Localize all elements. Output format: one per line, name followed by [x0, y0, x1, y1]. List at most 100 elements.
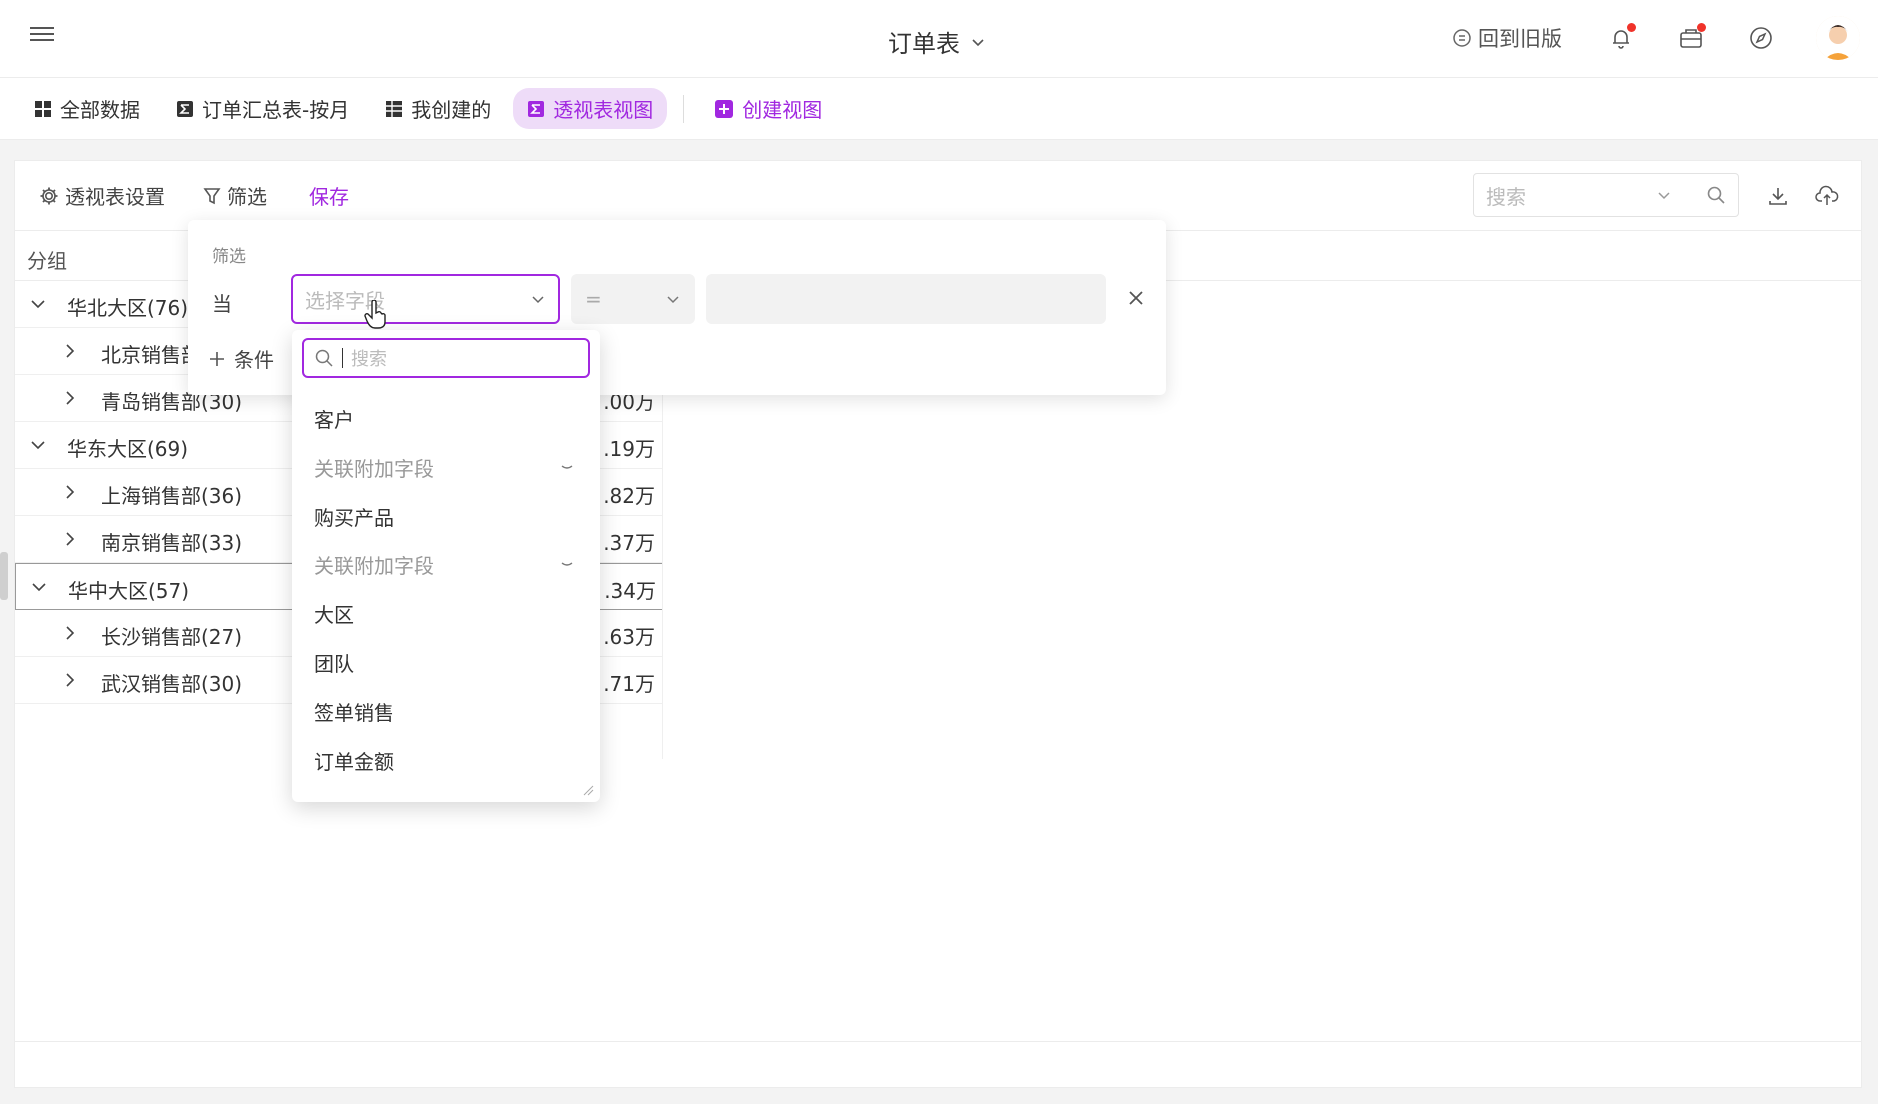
funnel-icon: [203, 187, 221, 204]
chevron-down-icon[interactable]: [29, 295, 47, 313]
tab-label: 全部数据: [60, 98, 140, 122]
filter-popover-title: 筛选: [212, 247, 246, 267]
chevron-down-icon: [1658, 192, 1670, 200]
save-button[interactable]: 保存: [309, 181, 349, 210]
chevron-down-icon: [561, 562, 573, 566]
footer-divider: [15, 1041, 1861, 1042]
chevron-down-icon[interactable]: [30, 578, 48, 596]
notification-bell-icon[interactable]: [1606, 23, 1636, 53]
sigma-icon: [177, 100, 193, 117]
row-value: .19万: [603, 437, 655, 461]
chevron-down-icon: [532, 296, 544, 304]
chevron-right-icon[interactable]: [61, 624, 79, 642]
field-search-placeholder: 搜索: [351, 349, 387, 370]
tab-label: 订单汇总表-按月: [202, 98, 350, 122]
compass-icon[interactable]: [1746, 23, 1776, 53]
back-to-old-version-label: 回到旧版: [1478, 27, 1562, 51]
upload-cloud-icon[interactable]: [1814, 183, 1840, 209]
inbox-dot: [1697, 23, 1706, 32]
field-option[interactable]: 客户: [314, 398, 574, 438]
field-option-group-label: 关联附加字段: [314, 553, 434, 578]
field-option-group[interactable]: 关联附加字段: [314, 447, 574, 487]
value-input[interactable]: [706, 274, 1106, 324]
filter-button[interactable]: 筛选: [203, 181, 267, 210]
switch-version-icon: [1453, 29, 1471, 47]
create-view-button[interactable]: 创建视图: [700, 88, 836, 129]
top-bar: 订单表 回到旧版: [0, 0, 1878, 78]
chevron-right-icon[interactable]: [61, 342, 79, 360]
field-option[interactable]: 签单销售: [314, 691, 574, 731]
search-placeholder: 搜索: [1486, 184, 1526, 209]
row-label: 华东大区(69): [67, 437, 189, 461]
inbox-icon[interactable]: [1676, 23, 1706, 53]
field-option[interactable]: 购买产品: [314, 496, 574, 536]
field-search-input[interactable]: 搜索: [302, 338, 590, 378]
plus-icon: [210, 351, 224, 366]
operator-value: =: [585, 287, 602, 311]
text-caret: [342, 348, 343, 368]
tab-separator: [683, 94, 685, 123]
row-label: 南京销售部(33): [101, 531, 243, 555]
field-select-placeholder: 选择字段: [305, 288, 385, 313]
search-icon[interactable]: [1706, 185, 1726, 205]
chevron-right-icon[interactable]: [61, 483, 79, 501]
row-label: 长沙销售部(27): [101, 625, 243, 649]
grid-icon: [35, 100, 51, 117]
condition-when-label: 当: [212, 292, 232, 316]
table-icon: [386, 100, 403, 117]
gear-icon: [40, 187, 58, 204]
tab-all-data[interactable]: 全部数据: [20, 88, 154, 129]
pivot-settings-button[interactable]: 透视表设置: [39, 181, 165, 210]
chevron-right-icon[interactable]: [61, 389, 79, 407]
table-title-dropdown[interactable]: 订单表: [888, 24, 986, 59]
tab-pivot-view[interactable]: 透视表视图: [513, 88, 668, 129]
search-input[interactable]: 搜索: [1473, 173, 1739, 217]
tab-label: 创建视图: [742, 98, 823, 122]
chevron-down-icon: [667, 296, 679, 304]
tab-label: 我创建的: [411, 98, 492, 122]
field-option[interactable]: 大区: [314, 593, 574, 633]
chevron-down-icon: [972, 38, 984, 46]
filter-label: 筛选: [227, 185, 267, 209]
row-value: .71万: [603, 672, 655, 696]
row-label: 北京销售部: [101, 343, 201, 367]
field-select[interactable]: 选择字段: [291, 274, 560, 324]
row-value: .82万: [603, 484, 655, 508]
add-condition-button[interactable]: 条件: [208, 344, 274, 373]
back-to-old-version-button[interactable]: 回到旧版: [1452, 23, 1562, 53]
operator-select[interactable]: =: [571, 274, 695, 324]
row-value: .37万: [603, 531, 655, 555]
plus-square-icon: [715, 99, 734, 118]
field-option-group[interactable]: 关联附加字段: [314, 544, 574, 584]
user-avatar[interactable]: [1816, 16, 1860, 60]
chevron-right-icon[interactable]: [61, 671, 79, 689]
row-label: 华北大区(76): [67, 296, 189, 320]
tab-created-by-me[interactable]: 我创建的: [371, 88, 505, 129]
row-label: 武汉销售部(30): [101, 672, 243, 696]
field-option[interactable]: 订单金额: [314, 740, 574, 780]
tab-order-summary-monthly[interactable]: 订单汇总表-按月: [162, 88, 363, 129]
sigma-icon: [528, 100, 545, 117]
row-label: 上海销售部(36): [101, 484, 243, 508]
field-dropdown: 搜索 客户 关联附加字段 购买产品 关联附加字段 大区 团队 签单销售 订单金额: [292, 330, 600, 802]
notification-dot: [1627, 23, 1636, 32]
tab-label: 透视表视图: [553, 98, 654, 122]
add-condition-label: 条件: [234, 348, 274, 372]
sidebar-resize-handle[interactable]: [0, 552, 8, 600]
row-value: .34万: [604, 579, 656, 603]
row-value: .63万: [603, 625, 655, 649]
field-option-group-label: 关联附加字段: [314, 456, 434, 481]
hamburger-menu-icon[interactable]: [30, 27, 54, 47]
chevron-right-icon[interactable]: [61, 530, 79, 548]
field-option[interactable]: 团队: [314, 642, 574, 682]
chevron-down-icon[interactable]: [29, 436, 47, 454]
group-column-header: 分组: [27, 249, 67, 273]
remove-condition-close-icon[interactable]: [1124, 286, 1148, 310]
resize-grip-icon[interactable]: [582, 784, 594, 796]
view-tab-bar: 全部数据 订单汇总表-按月 我创建的 透视表视图 创建视图: [0, 78, 1878, 140]
hand-cursor-icon: [364, 300, 386, 329]
search-icon: [315, 349, 333, 367]
row-label: 华中大区(57): [68, 579, 190, 603]
download-icon[interactable]: [1765, 183, 1791, 209]
table-title: 订单表: [888, 30, 960, 58]
